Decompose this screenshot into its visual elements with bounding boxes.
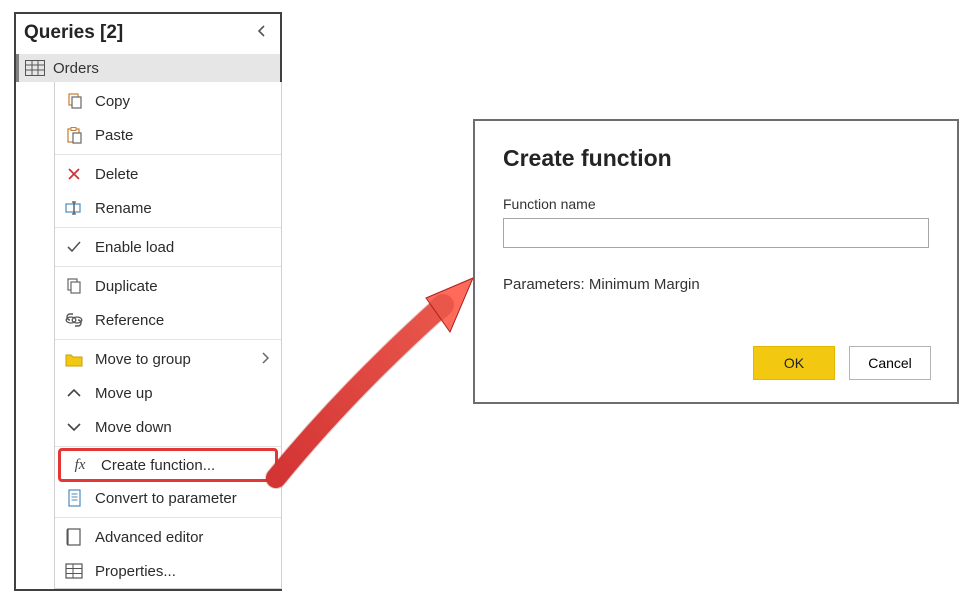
menu-label: Duplicate bbox=[95, 278, 281, 295]
annotation-arrow bbox=[258, 250, 488, 490]
menu-divider bbox=[55, 446, 281, 447]
menu-move-to-group[interactable]: Move to group bbox=[55, 342, 281, 376]
collapse-panel-icon[interactable] bbox=[256, 24, 270, 43]
menu-label: Properties... bbox=[95, 563, 281, 580]
menu-enable-load[interactable]: Enable load bbox=[55, 230, 281, 264]
menu-label: Advanced editor bbox=[95, 529, 281, 546]
menu-divider bbox=[55, 339, 281, 340]
menu-label: Convert to parameter bbox=[95, 490, 281, 507]
menu-divider bbox=[55, 154, 281, 155]
menu-divider bbox=[55, 227, 281, 228]
menu-divider bbox=[55, 266, 281, 267]
menu-rename[interactable]: Rename bbox=[55, 191, 281, 225]
query-item-label: Orders bbox=[53, 60, 99, 77]
menu-label: Delete bbox=[95, 166, 281, 183]
queries-panel: Queries [2] Orders Copy bbox=[14, 12, 282, 591]
chevron-up-icon bbox=[63, 382, 85, 404]
parameters-text: Parameters: Minimum Margin bbox=[503, 276, 929, 293]
menu-divider bbox=[55, 517, 281, 518]
menu-create-function[interactable]: fx Create function... bbox=[58, 448, 278, 482]
duplicate-icon bbox=[63, 275, 85, 297]
chevron-right-icon bbox=[261, 351, 281, 367]
menu-label: Paste bbox=[95, 127, 281, 144]
dialog-buttons: OK Cancel bbox=[753, 346, 931, 380]
query-item-orders[interactable]: Orders bbox=[16, 54, 280, 82]
properties-icon bbox=[63, 560, 85, 582]
fx-icon: fx bbox=[69, 454, 91, 476]
menu-label: Move to group bbox=[95, 351, 251, 368]
menu-advanced-editor[interactable]: Advanced editor bbox=[55, 520, 281, 554]
rename-icon bbox=[63, 197, 85, 219]
advanced-editor-icon bbox=[63, 526, 85, 548]
menu-duplicate[interactable]: Duplicate bbox=[55, 269, 281, 303]
cancel-button[interactable]: Cancel bbox=[849, 346, 931, 380]
ok-button[interactable]: OK bbox=[753, 346, 835, 380]
reference-icon bbox=[63, 309, 85, 331]
menu-move-up[interactable]: Move up bbox=[55, 376, 281, 410]
check-icon bbox=[63, 236, 85, 258]
menu-label: Enable load bbox=[95, 239, 281, 256]
parameter-icon bbox=[63, 487, 85, 509]
create-function-dialog: Create function Function name Parameters… bbox=[473, 119, 959, 404]
context-menu: Copy Paste Delete Rename Ena bbox=[54, 82, 282, 589]
menu-move-down[interactable]: Move down bbox=[55, 410, 281, 444]
delete-icon bbox=[63, 163, 85, 185]
folder-icon bbox=[63, 348, 85, 370]
menu-convert-to-parameter[interactable]: Convert to parameter bbox=[55, 481, 281, 515]
menu-copy[interactable]: Copy bbox=[55, 84, 281, 118]
copy-icon bbox=[63, 90, 85, 112]
menu-label: Rename bbox=[95, 200, 281, 217]
menu-label: Copy bbox=[95, 93, 281, 110]
function-name-input[interactable] bbox=[503, 218, 929, 248]
menu-properties[interactable]: Properties... bbox=[55, 554, 281, 588]
menu-label: Move up bbox=[95, 385, 281, 402]
menu-paste[interactable]: Paste bbox=[55, 118, 281, 152]
chevron-down-icon bbox=[63, 416, 85, 438]
menu-reference[interactable]: Reference bbox=[55, 303, 281, 337]
menu-delete[interactable]: Delete bbox=[55, 157, 281, 191]
function-name-label: Function name bbox=[503, 196, 929, 212]
dialog-title: Create function bbox=[503, 145, 929, 172]
table-icon bbox=[25, 60, 45, 76]
paste-icon bbox=[63, 124, 85, 146]
queries-header: Queries [2] bbox=[16, 14, 280, 54]
menu-label: Reference bbox=[95, 312, 281, 329]
queries-title: Queries [2] bbox=[24, 22, 123, 44]
menu-label: Create function... bbox=[101, 457, 275, 474]
menu-label: Move down bbox=[95, 419, 281, 436]
